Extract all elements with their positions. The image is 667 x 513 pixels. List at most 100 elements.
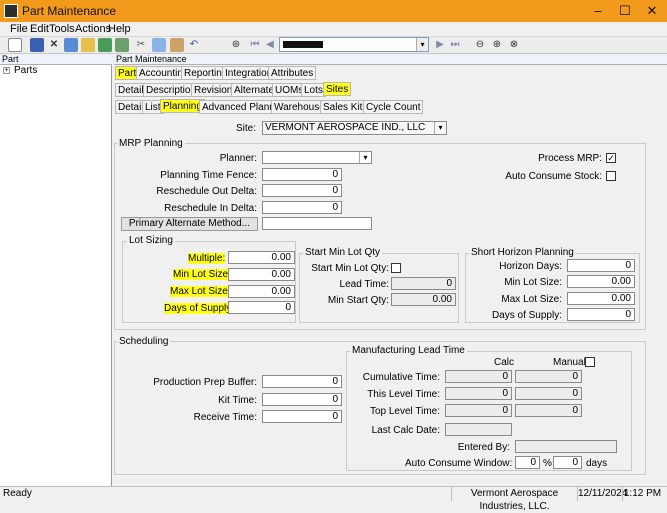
kit-time-label: Kit Time: [218,395,257,406]
manual-header: Manual [553,357,586,368]
first-record-icon[interactable]: ⏮ [248,38,262,52]
max-lot-size-label: Max Lot Size: [170,286,231,297]
in-delta-input[interactable]: 0 [262,201,342,214]
menu-help[interactable]: Help [108,22,131,36]
in-delta-label: Reschedule In Delta: [164,203,257,214]
time-fence-label: Planning Time Fence: [160,170,257,181]
time-fence-input[interactable]: 0 [262,168,342,181]
top-level-manual-input: 0 [515,404,582,417]
close-button[interactable]: ✕ [640,2,664,20]
mrp-planning-title: MRP Planning [117,138,185,149]
menu-edit[interactable]: Edit [30,22,49,36]
maximize-button[interactable]: ☐ [613,2,637,20]
production-prep-buffer-label: Production Prep Buffer: [153,377,257,388]
process-mrp-checkbox[interactable]: ✓ [606,153,616,163]
chevron-down-icon[interactable]: ▾ [359,152,371,163]
main-header: Part Maintenance [114,54,667,65]
planner-select[interactable]: ▾ [262,151,372,164]
app-icon [4,4,18,18]
title-bar: Part Maintenance – ☐ ✕ [0,0,667,22]
back-icon[interactable]: ⊖ [473,38,487,52]
save-icon[interactable] [30,38,44,52]
entered-by-label: Entered By: [457,442,510,453]
previous-record-icon[interactable]: ◀ [263,38,277,52]
top-level-time-label: Top Level Time: [369,406,440,417]
short-days-of-supply-label: Days of Supply: [491,310,562,321]
expand-icon[interactable]: + [3,67,10,74]
site-select[interactable]: VERMONT AEROSPACE IND., LLC ▾ [262,121,447,135]
short-min-lot-label: Min Lot Size: [504,277,562,288]
tab-cycle-count[interactable]: Cycle Count [363,100,424,114]
copy-icon[interactable] [152,38,166,52]
top-level-calc-input: 0 [445,404,512,417]
scheduling-title: Scheduling [117,336,171,347]
primary-alternate-method-button[interactable]: Primary Alternate Method... [121,217,258,231]
left-pane-header: Part [0,54,112,65]
out-delta-label: Reschedule Out Delta: [156,186,257,197]
lead-time-label: Lead Time: [339,279,389,290]
process-mrp-label: Process MRP: [538,153,602,164]
min-start-qty-input: 0.00 [391,293,456,306]
tree-item-parts[interactable]: Parts [14,65,37,76]
production-prep-buffer-input[interactable]: 0 [262,375,342,388]
short-days-of-supply-input[interactable]: 0 [567,308,635,321]
binoculars-icon[interactable]: ⊛ [229,38,243,52]
short-max-lot-label: Max Lot Size: [501,294,562,305]
min-lot-size-input[interactable]: 0.00 [228,268,295,281]
multiple-input[interactable]: 0.00 [228,251,295,264]
out-delta-input[interactable]: 0 [262,184,342,197]
start-min-lot-title: Start Min Lot Qty [303,247,383,258]
next-record-icon[interactable]: ▶ [433,38,447,52]
auto-consume-window-label: Auto Consume Window: [405,458,513,469]
chevron-down-icon[interactable]: ▾ [434,122,446,134]
record-search-input[interactable]: ▾ [279,37,429,52]
tab-sites[interactable]: Sites [323,82,352,96]
attachment-icon[interactable] [81,38,95,52]
chevron-down-icon[interactable]: ▾ [416,38,428,51]
horizon-days-input[interactable]: 0 [567,259,635,272]
kit-time-input[interactable]: 0 [262,393,342,406]
percent-label: % [543,458,552,469]
delete-icon[interactable]: ✕ [47,38,61,52]
horizon-days-label: Horizon Days: [499,261,562,272]
cut-icon[interactable]: ✂ [134,38,148,52]
forward-icon[interactable]: ⊕ [490,38,504,52]
clear-icon[interactable] [115,38,129,52]
undo-icon[interactable]: ↶ [187,38,201,52]
paste-icon[interactable] [170,38,184,52]
primary-alternate-method-input[interactable] [262,217,372,230]
auto-consume-days-input[interactable]: 0 [553,456,582,469]
planner-label: Planner: [219,153,257,164]
minimize-button[interactable]: – [586,2,610,20]
manual-checkbox[interactable] [585,357,595,367]
manufacturing-lead-time-title: Manufacturing Lead Time [350,345,467,356]
auto-consume-stock-label: Auto Consume Stock: [505,171,602,182]
start-min-lot-checkbox[interactable] [391,263,401,273]
cumulative-time-label: Cumulative Time: [362,372,440,383]
max-lot-size-input[interactable]: 0.00 [228,285,295,298]
menu-tools[interactable]: Tools [49,22,75,36]
tab-detail[interactable]: Detail [115,83,147,97]
multiple-label: Multiple: [188,253,226,264]
days-of-supply-input[interactable]: 0 [228,301,295,314]
redacted-mark [283,41,323,48]
this-level-manual-input: 0 [515,387,582,400]
short-min-lot-input[interactable]: 0.00 [567,275,635,288]
receive-time-input[interactable]: 0 [262,410,342,423]
new-icon[interactable] [8,38,22,52]
cumulative-calc-input: 0 [445,370,512,383]
menu-file[interactable]: File [10,22,28,36]
entered-by-input [515,440,617,453]
last-record-icon[interactable]: ⏭ [448,38,462,52]
menu-actions[interactable]: Actions [75,22,111,36]
status-company: Vermont Aerospace Industries, LLC. [451,487,577,512]
calc-header: Calc [494,357,515,368]
status-text: Ready [3,488,32,499]
tab-attributes[interactable]: Attributes [268,66,317,80]
auto-consume-window-input[interactable]: 0 [515,456,540,469]
auto-consume-stock-checkbox[interactable] [606,171,616,181]
print-icon[interactable] [64,38,78,52]
short-max-lot-input[interactable]: 0.00 [567,292,635,305]
refresh-icon[interactable] [98,38,112,52]
stop-icon[interactable]: ⊗ [507,38,521,52]
